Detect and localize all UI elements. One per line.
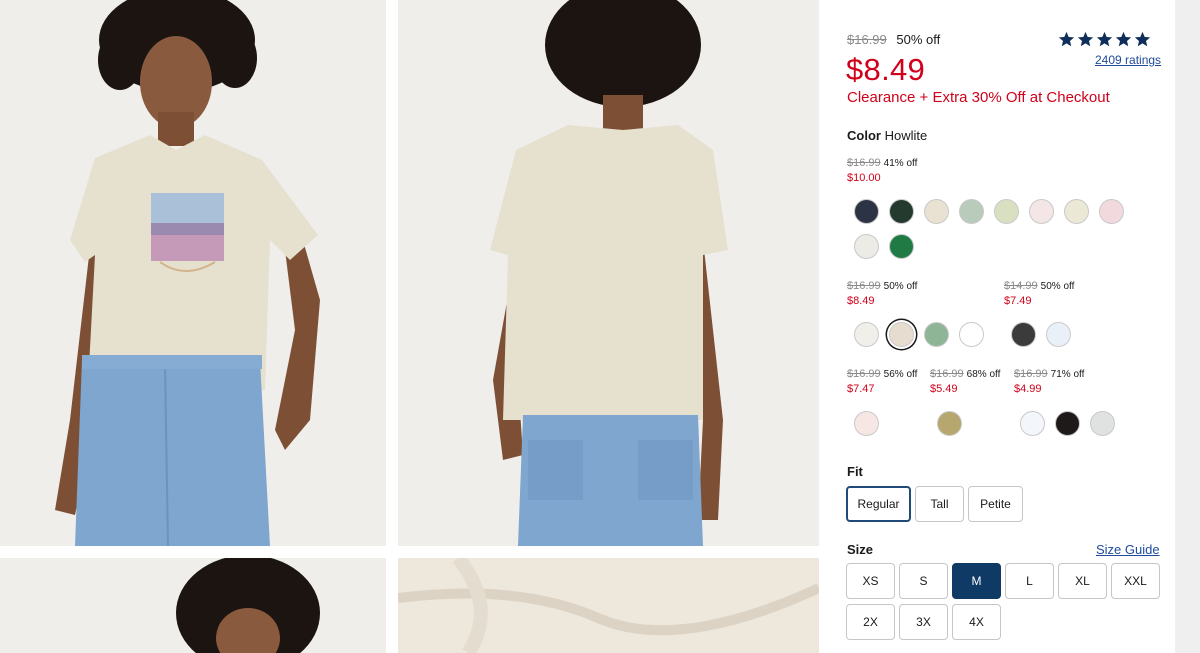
original-price: $16.99 (847, 32, 887, 47)
page-gutter (1175, 0, 1200, 653)
color-swatch[interactable] (854, 199, 879, 224)
fit-option-petite[interactable]: Petite (968, 486, 1023, 522)
discount-percent: 50% off (896, 32, 941, 47)
color-swatch[interactable] (1064, 199, 1089, 224)
color-swatch[interactable] (924, 322, 949, 347)
group-original-price: $16.99 (847, 280, 881, 292)
swatch-group-price: $16.99 71% off $4.99 (1014, 367, 1084, 397)
size-option-3x[interactable]: 3X (899, 604, 948, 640)
group-discount: 56% off (883, 369, 918, 380)
star-icon (1058, 31, 1075, 47)
size-label: Size (847, 542, 874, 557)
color-swatch[interactable] (1029, 199, 1054, 224)
group-original-price: $16.99 (847, 157, 881, 169)
group-sale-price: $10.00 (847, 172, 881, 184)
color-swatch[interactable] (889, 234, 914, 259)
color-heading: Color (847, 128, 881, 143)
size-option-4x[interactable]: 4X (952, 604, 1001, 640)
color-swatch[interactable] (854, 322, 879, 347)
size-option-2x[interactable]: 2X (846, 604, 895, 640)
size-option-s[interactable]: S (899, 563, 948, 599)
selected-color-name: Howlite (884, 128, 928, 143)
size-option-m[interactable]: M (952, 563, 1001, 599)
color-swatch[interactable] (1011, 322, 1036, 347)
model-back-photo[interactable] (398, 0, 819, 546)
size-option-xs[interactable]: XS (846, 563, 895, 599)
color-swatch[interactable] (854, 411, 879, 436)
group-original-price: $16.99 (1014, 368, 1048, 380)
promo-text: Clearance + Extra 30% Off at Checkout (847, 89, 1110, 106)
product-image-gallery (0, 0, 820, 653)
fit-option-tall[interactable]: Tall (915, 486, 964, 522)
group-original-price: $16.99 (930, 368, 964, 380)
size-option-xl[interactable]: XL (1058, 563, 1107, 599)
star-icon (1077, 31, 1094, 47)
color-label: Color Howlite (847, 128, 927, 143)
star-icon (1096, 31, 1113, 47)
group-sale-price: $5.49 (930, 383, 958, 395)
group-discount: 50% off (883, 281, 918, 292)
color-swatch-selected[interactable] (889, 322, 914, 347)
star-rating[interactable] (1058, 31, 1151, 48)
group-sale-price: $7.49 (1004, 295, 1032, 307)
swatch-group-price: $14.99 50% off $7.49 (1004, 279, 1074, 309)
group-sale-price: $4.99 (1014, 383, 1042, 395)
size-option-l[interactable]: L (1005, 563, 1054, 599)
swatch-group-price: $16.99 68% off $5.49 (930, 367, 1000, 397)
swatch-group-price: $16.99 50% off $8.49 (847, 279, 917, 309)
product-details-panel: $16.99 50% off $8.49 Clearance + Extra 3… (820, 0, 1175, 653)
color-swatch[interactable] (1046, 322, 1071, 347)
swatch-group-price: $16.99 41% off $10.00 (847, 156, 917, 186)
fabric-detail-photo[interactable] (398, 558, 819, 653)
group-original-price: $14.99 (1004, 280, 1038, 292)
color-swatch[interactable] (959, 199, 984, 224)
color-swatch[interactable] (1099, 199, 1124, 224)
ratings-link[interactable]: 2409 ratings (1095, 53, 1161, 67)
size-option-xxl[interactable]: XXL (1111, 563, 1160, 599)
fit-option-regular[interactable]: Regular (846, 486, 911, 522)
group-discount: 68% off (966, 369, 1001, 380)
original-price-row: $16.99 50% off (847, 32, 940, 47)
color-swatch[interactable] (854, 234, 879, 259)
color-swatch[interactable] (994, 199, 1019, 224)
group-original-price: $16.99 (847, 368, 881, 380)
color-swatch[interactable] (937, 411, 962, 436)
fit-label: Fit (847, 464, 863, 479)
group-discount: 50% off (1040, 281, 1075, 292)
current-price: $8.49 (846, 52, 926, 87)
color-swatch[interactable] (924, 199, 949, 224)
color-swatch[interactable] (1020, 411, 1045, 436)
color-swatch[interactable] (1055, 411, 1080, 436)
color-swatch[interactable] (889, 199, 914, 224)
color-swatch[interactable] (1090, 411, 1115, 436)
group-sale-price: $8.49 (847, 295, 875, 307)
group-discount: 71% off (1050, 369, 1085, 380)
group-sale-price: $7.47 (847, 383, 875, 395)
size-guide-link[interactable]: Size Guide (1096, 542, 1160, 557)
model-closeup-photo[interactable] (0, 558, 386, 653)
star-icon (1134, 31, 1151, 47)
star-icon (1115, 31, 1132, 47)
color-swatch[interactable] (959, 322, 984, 347)
swatch-group-price: $16.99 56% off $7.47 (847, 367, 917, 397)
model-front-photo[interactable] (0, 0, 386, 546)
group-discount: 41% off (883, 158, 918, 169)
